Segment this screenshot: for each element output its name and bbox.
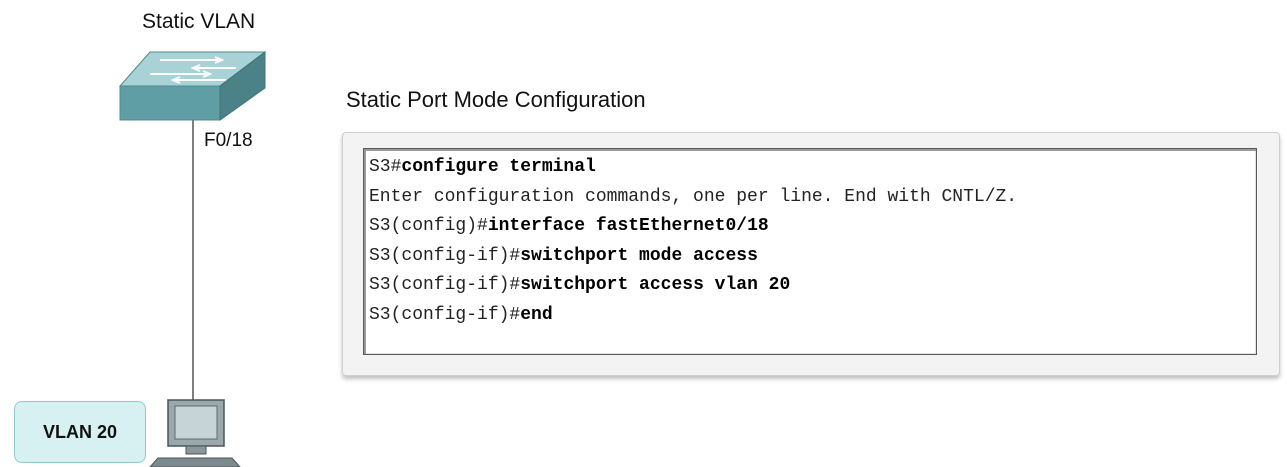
cli-line: S3#configure terminal [369,157,596,177]
cli-line: S3(config-if)#switchport access vlan 20 [369,275,791,295]
cli-window: S3#configure terminal Enter configuratio… [363,148,1257,355]
cli-line: S3(config)#interface fastEthernet0/18 [369,216,769,236]
config-title: Static Port Mode Configuration [346,87,646,112]
cli-line: S3(config-if)#end [369,304,553,325]
cli-line: Enter configuration commands, one per li… [369,186,1018,207]
topology-graphic [118,50,267,467]
vlan-badge: VLAN 20 [14,401,146,463]
cli-line: S3(config-if)#switchport mode access [369,245,758,266]
pc-icon [149,399,241,467]
switch-icon [118,50,267,121]
cli-panel: S3#configure terminal Enter configuratio… [342,132,1280,376]
port-label: F0/18 [204,130,253,151]
